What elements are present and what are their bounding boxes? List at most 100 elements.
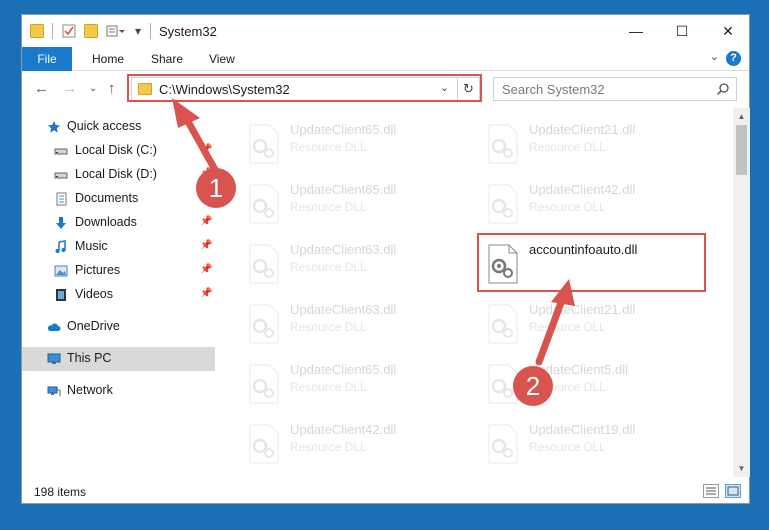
file-tile[interactable]: UpdateClient19.dll Resource DLL: [479, 420, 709, 472]
documents-icon: [56, 192, 67, 206]
file-name: UpdateClient63.dll: [290, 302, 397, 317]
file-type: Resource DLL: [290, 260, 367, 274]
file-list: UpdateClient65.dll Resource DLL UpdateCl…: [218, 108, 734, 477]
file-type: Resource DLL: [529, 380, 606, 394]
pin-icon[interactable]: 📌: [200, 288, 212, 299]
refresh-icon[interactable]: ↻: [457, 78, 479, 100]
maximize-button[interactable]: ☐: [659, 15, 705, 47]
file-name: UpdateClient65.dll: [290, 182, 397, 197]
search-icon[interactable]: [716, 82, 730, 96]
title-bar: ▾ System32 — ☐ ✕: [22, 15, 749, 47]
file-tile[interactable]: UpdateClient65.dll Resource DLL: [240, 180, 470, 232]
recent-locations-chevron-icon[interactable]: ⌄: [89, 83, 97, 94]
help-icon[interactable]: ?: [726, 51, 741, 66]
sidebar-item-label: This PC: [67, 351, 112, 365]
up-arrow-icon[interactable]: ↑: [108, 80, 116, 97]
scroll-down-arrow-icon[interactable]: ▼: [733, 460, 750, 477]
address-bar[interactable]: C:\Windows\System32 ⌄ ↻: [131, 77, 480, 101]
quick-access-dropdown-icon[interactable]: ▾: [135, 24, 149, 38]
address-path[interactable]: C:\Windows\System32: [159, 82, 290, 97]
maximize-icon: ☐: [675, 23, 689, 39]
pin-icon[interactable]: 📌: [200, 192, 212, 203]
file-tile[interactable]: UpdateClient42.dll Resource DLL: [479, 180, 709, 232]
tab-home[interactable]: Home: [92, 47, 124, 71]
details-view-icon[interactable]: [703, 484, 719, 498]
file-type: Resource DLL: [529, 140, 606, 154]
pin-icon[interactable]: 📌: [200, 240, 212, 251]
file-name: UpdateClient42.dll: [529, 182, 636, 197]
close-button[interactable]: ✕: [705, 15, 751, 47]
tab-view[interactable]: View: [209, 47, 235, 71]
monitor-icon: [47, 353, 61, 364]
address-dropdown-chevron-icon[interactable]: ⌄: [440, 81, 449, 94]
back-arrow-icon[interactable]: ←: [34, 80, 49, 97]
dll-gear-file-icon: [249, 124, 279, 164]
sidebar-item-network[interactable]: Network: [22, 379, 215, 403]
file-tile[interactable]: UpdateClient5.dll Resource DLL: [479, 360, 709, 412]
folder-icon[interactable]: [30, 24, 44, 38]
pictures-icon: [54, 265, 68, 277]
large-icons-view-icon[interactable]: [725, 484, 741, 498]
sidebar-item-downloads[interactable]: Downloads 📌: [22, 211, 215, 235]
sidebar-item-videos[interactable]: Videos 📌: [22, 283, 215, 307]
file-name: UpdateClient21.dll: [529, 122, 636, 137]
star-icon: [48, 121, 60, 133]
file-name: UpdateClient19.dll: [529, 422, 636, 437]
dll-gear-file-icon: [249, 424, 279, 464]
file-tile[interactable]: UpdateClient65.dll Resource DLL: [240, 360, 470, 412]
sidebar-item-music[interactable]: Music 📌: [22, 235, 215, 259]
file-type: Resource DLL: [290, 380, 367, 394]
sidebar-item-pictures[interactable]: Pictures 📌: [22, 259, 215, 283]
item-count: 198 items: [34, 485, 87, 499]
dll-gear-file-icon: [488, 424, 518, 464]
sidebar-item-local-disk-d[interactable]: Local Disk (D:) 📌: [22, 163, 215, 187]
sidebar-item-this-pc[interactable]: This PC: [22, 347, 215, 371]
scroll-thumb[interactable]: [736, 125, 747, 175]
search-input[interactable]: [494, 78, 709, 100]
sidebar-item-documents[interactable]: Documents 📌: [22, 187, 215, 211]
minimize-button[interactable]: —: [613, 15, 659, 47]
file-name: UpdateClient5.dll: [529, 362, 629, 377]
status-bar: 198 items: [22, 481, 749, 503]
search-box[interactable]: [493, 77, 737, 101]
file-tile[interactable]: UpdateClient65.dll Resource DLL: [240, 120, 470, 172]
file-tile[interactable]: UpdateClient63.dll Resource DLL: [240, 300, 470, 352]
dll-gear-file-icon: [249, 364, 279, 404]
scroll-up-arrow-icon[interactable]: ▲: [733, 108, 750, 125]
properties-checkmark-icon[interactable]: [62, 24, 76, 38]
customize-toolbar-icon[interactable]: [106, 24, 125, 38]
forward-arrow-icon[interactable]: →: [62, 80, 77, 97]
pin-icon[interactable]: 📌: [200, 144, 212, 155]
navigation-pane: Quick access Local Disk (C:) 📌 Local Dis…: [22, 108, 216, 477]
sidebar-item-local-disk-c[interactable]: Local Disk (C:) 📌: [22, 139, 215, 163]
download-arrow-icon: [56, 217, 66, 229]
expand-ribbon-chevron-icon[interactable]: ⌄: [710, 50, 719, 63]
file-tile-accountinfoauto[interactable]: accountinfoauto.dll: [479, 240, 709, 292]
vertical-scrollbar[interactable]: ▲ ▼: [733, 108, 750, 477]
new-folder-icon[interactable]: [84, 24, 98, 38]
file-type: Resource DLL: [290, 140, 367, 154]
dll-gear-file-icon: [488, 244, 518, 284]
sidebar-item-label: Documents: [75, 191, 139, 205]
pin-icon[interactable]: 📌: [200, 264, 212, 275]
file-tile[interactable]: UpdateClient42.dll Resource DLL: [240, 420, 470, 472]
tab-share[interactable]: Share: [151, 47, 183, 71]
sidebar-item-onedrive[interactable]: OneDrive: [22, 315, 215, 339]
file-name: UpdateClient21.dll: [529, 302, 636, 317]
file-type: Resource DLL: [290, 320, 367, 334]
music-note-icon: [55, 240, 66, 253]
title-separator: [150, 23, 151, 39]
dll-gear-file-icon: [488, 124, 518, 164]
pin-icon[interactable]: 📌: [200, 216, 212, 227]
tab-file[interactable]: File: [22, 47, 72, 71]
folder-icon: [138, 83, 152, 95]
drive-icon: [54, 148, 68, 155]
navigation-bar: ← → ⌄ ↑ C:\Windows\System32 ⌄ ↻: [22, 72, 749, 108]
file-type: Resource DLL: [529, 200, 606, 214]
file-tile[interactable]: UpdateClient63.dll Resource DLL: [240, 240, 470, 292]
pin-icon[interactable]: 📌: [200, 168, 212, 179]
sidebar-item-label: Quick access: [67, 119, 142, 133]
sidebar-item-quick-access[interactable]: Quick access: [22, 115, 215, 139]
file-tile[interactable]: UpdateClient21.dll Resource DLL: [479, 120, 709, 172]
file-tile[interactable]: UpdateClient21.dll Resource DLL: [479, 300, 709, 352]
